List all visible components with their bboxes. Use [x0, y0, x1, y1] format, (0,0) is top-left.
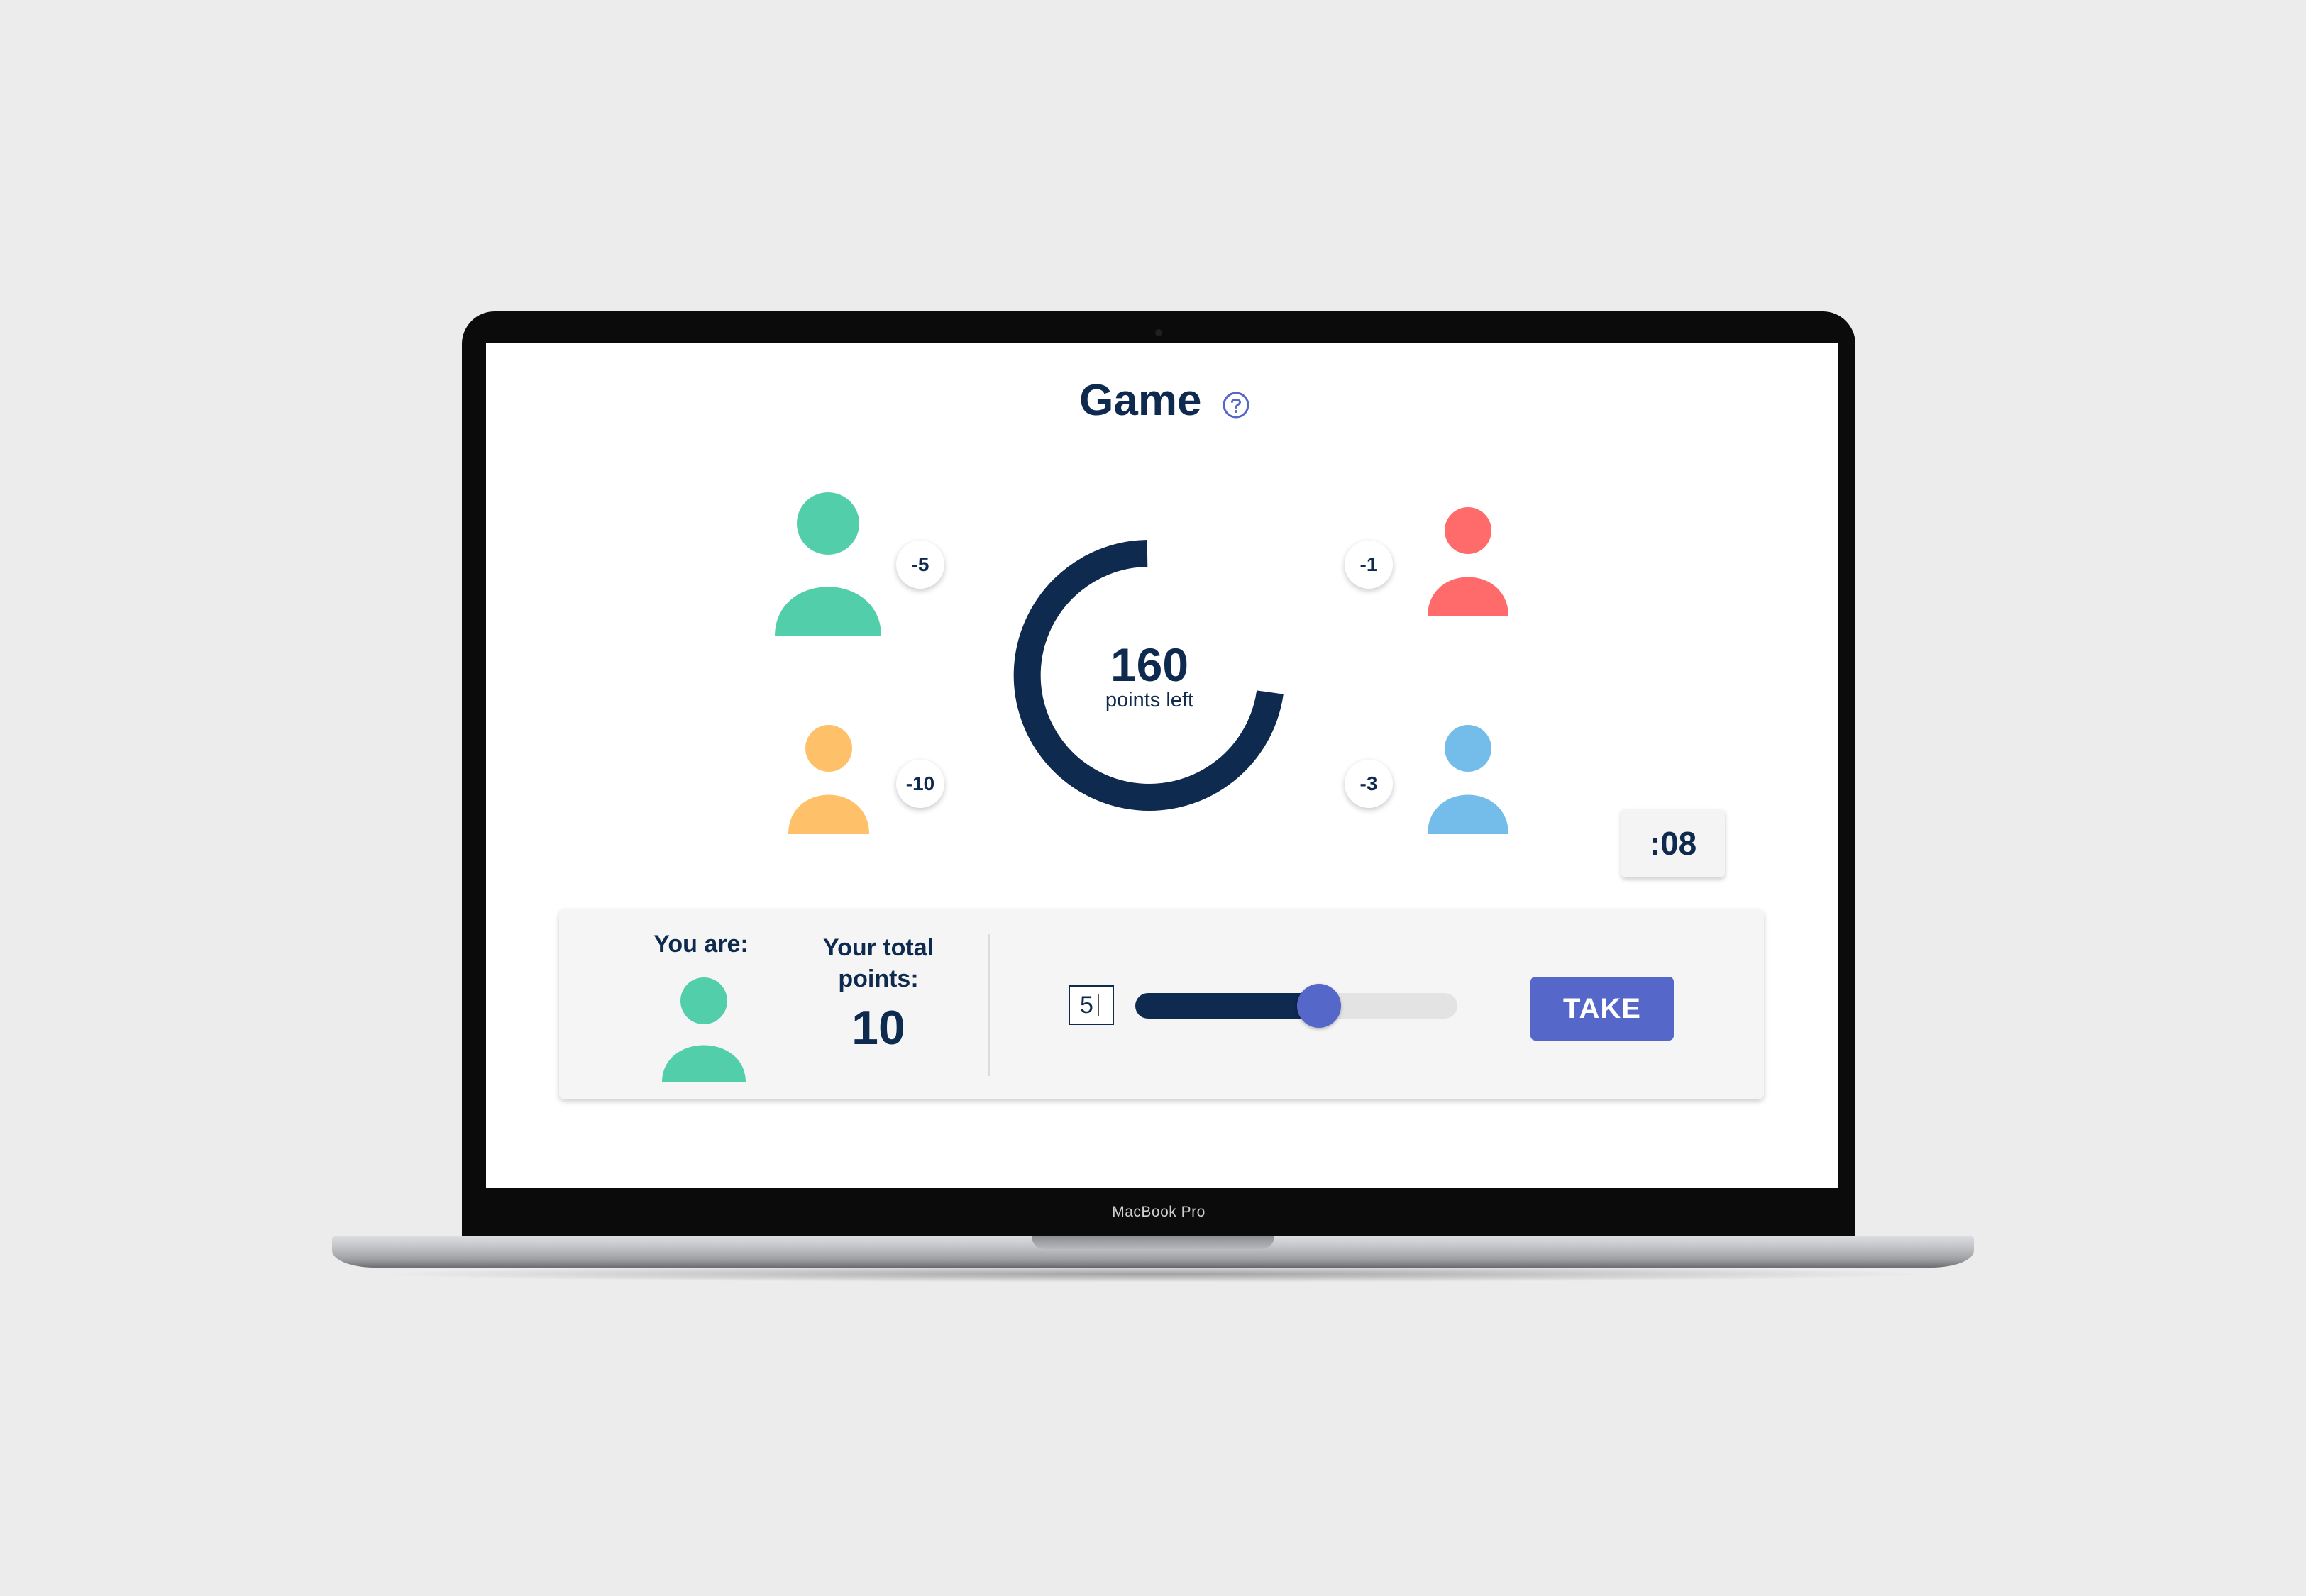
player-avatar-blue [1428, 725, 1508, 838]
title-row: Game [486, 375, 1838, 426]
slider-fill [1135, 993, 1319, 1019]
game-screen: Game -5 -1 -10 -3 160 points left:08 Yo… [486, 343, 1838, 1188]
player-delta-badge: -3 [1345, 760, 1393, 808]
take-button[interactable]: TAKE [1530, 977, 1674, 1041]
page-title: Game [1079, 376, 1202, 425]
total-points-label: Your total points: [822, 934, 934, 992]
question-circle-icon[interactable] [1222, 391, 1249, 418]
laptop-shadow [369, 1265, 1937, 1282]
slider-thumb[interactable] [1296, 984, 1341, 1028]
points-left-value: 160 [1110, 638, 1189, 691]
avatar-head [1445, 507, 1491, 554]
avatar-head [680, 977, 727, 1024]
laptop-notch [1032, 1236, 1274, 1249]
amount-input[interactable]: 5 [1069, 985, 1114, 1025]
player-avatar-yellow [788, 725, 869, 838]
laptop-base [332, 1236, 1974, 1268]
player-delta-badge: -5 [896, 541, 944, 589]
countdown-timer: :08 [1621, 809, 1725, 877]
player-delta-badge: -1 [1345, 541, 1393, 589]
player-delta-badge: -10 [896, 760, 944, 808]
amount-input-value: 5 [1080, 991, 1093, 1019]
avatar-body [775, 587, 881, 636]
avatar-body [1428, 577, 1508, 616]
laptop-brand-label: MacBook Pro [1112, 1204, 1206, 1220]
total-points-value: 10 [851, 1001, 905, 1055]
laptop-lid: Game -5 -1 -10 -3 160 points left:08 Yo… [462, 311, 1855, 1236]
avatar-head [797, 492, 859, 555]
amount-slider[interactable] [1135, 984, 1457, 1028]
points-remaining-ring: 160 points left [1011, 538, 1288, 815]
you-are-label: You are: [653, 931, 749, 958]
avatar-head [1445, 725, 1491, 772]
camera-dot [1155, 329, 1162, 336]
player-avatar-red [1428, 507, 1508, 620]
avatar-body [788, 794, 869, 834]
control-panel: You are: Your total points: 10 5 TAKE [559, 909, 1764, 1099]
points-left-label: points left [1105, 689, 1194, 711]
avatar-head [805, 725, 852, 772]
panel-divider [988, 934, 990, 1076]
your-avatar [662, 977, 746, 1086]
text-caret [1097, 994, 1099, 1016]
avatar-body [662, 1045, 746, 1082]
player-avatar-green [775, 492, 881, 640]
avatar-body [1428, 794, 1508, 834]
